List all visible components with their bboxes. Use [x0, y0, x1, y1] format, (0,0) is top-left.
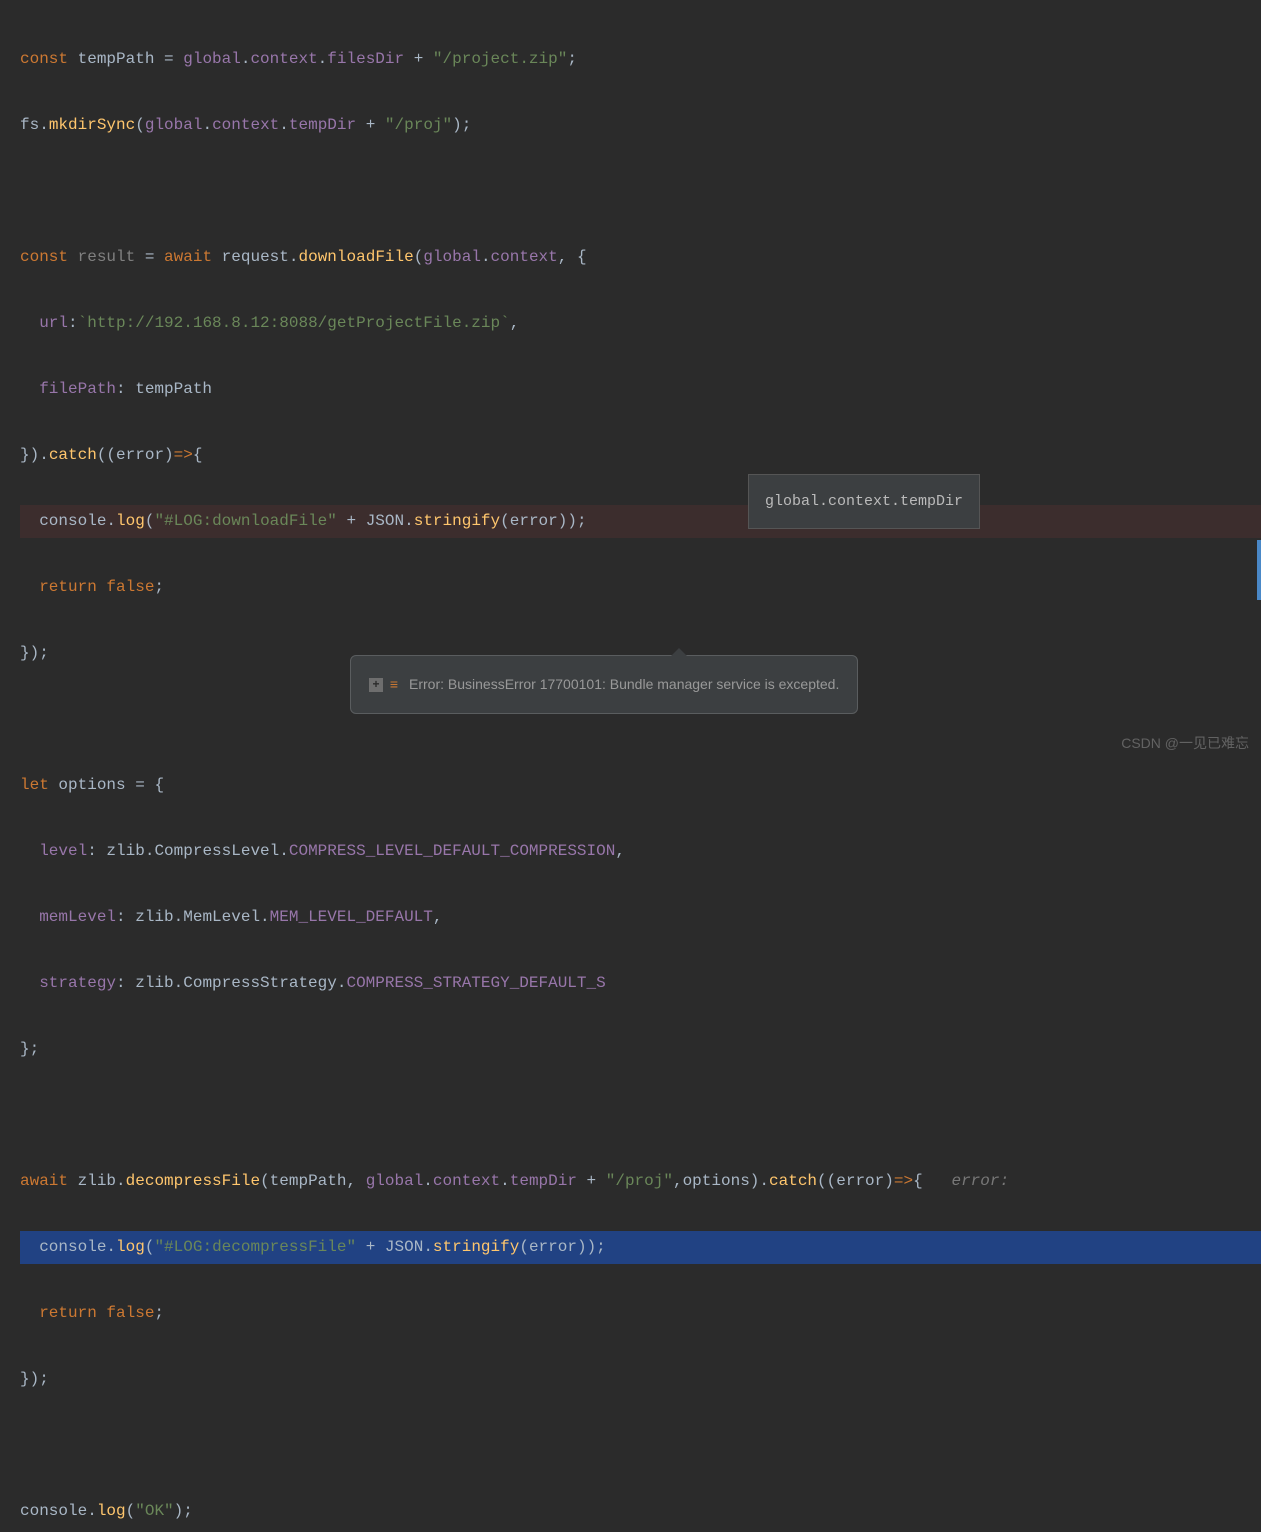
- code-line[interactable]: };: [20, 1033, 1261, 1066]
- code-line[interactable]: return false;: [20, 1297, 1261, 1330]
- code-line[interactable]: [20, 1099, 1261, 1132]
- scrollbar-marker[interactable]: [1257, 540, 1261, 600]
- list-icon[interactable]: ≡: [387, 678, 401, 692]
- code-line-selected[interactable]: console.log("#LOG:decompressFile" + JSON…: [20, 1231, 1261, 1264]
- hover-tooltip: global.context.tempDir: [748, 474, 980, 529]
- code-line[interactable]: [20, 1429, 1261, 1462]
- code-line[interactable]: });: [20, 1363, 1261, 1396]
- code-line[interactable]: memLevel: zlib.MemLevel.MEM_LEVEL_DEFAUL…: [20, 901, 1261, 934]
- error-tooltip-text: Error: BusinessError 17700101: Bundle ma…: [409, 668, 839, 701]
- code-line[interactable]: level: zlib.CompressLevel.COMPRESS_LEVEL…: [20, 835, 1261, 868]
- error-tooltip[interactable]: + ≡ Error: BusinessError 17700101: Bundl…: [350, 655, 858, 714]
- code-line[interactable]: const tempPath = global.context.filesDir…: [20, 43, 1261, 76]
- code-line[interactable]: url:`http://192.168.8.12:8088/getProject…: [20, 307, 1261, 340]
- code-line[interactable]: let options = {: [20, 769, 1261, 802]
- watermark: CSDN @一见已难忘: [1121, 727, 1249, 760]
- code-line[interactable]: [20, 175, 1261, 208]
- code-line[interactable]: }).catch((error)=>{: [20, 439, 1261, 472]
- tooltip-text: global.context.tempDir: [765, 493, 963, 510]
- code-line[interactable]: console.log("OK");: [20, 1495, 1261, 1528]
- code-line[interactable]: const result = await request.downloadFil…: [20, 241, 1261, 274]
- code-line[interactable]: strategy: zlib.CompressStrategy.COMPRESS…: [20, 967, 1261, 1000]
- code-line[interactable]: await zlib.decompressFile(tempPath, glob…: [20, 1165, 1261, 1198]
- plus-icon[interactable]: +: [369, 678, 383, 692]
- code-line[interactable]: return false;: [20, 571, 1261, 604]
- tooltip-icons: + ≡: [369, 678, 401, 692]
- code-line[interactable]: fs.mkdirSync(global.context.tempDir + "/…: [20, 109, 1261, 142]
- code-editor[interactable]: const tempPath = global.context.filesDir…: [0, 0, 1261, 1532]
- code-line[interactable]: filePath: tempPath: [20, 373, 1261, 406]
- code-line[interactable]: console.log("#LOG:downloadFile" + JSON.s…: [20, 505, 1261, 538]
